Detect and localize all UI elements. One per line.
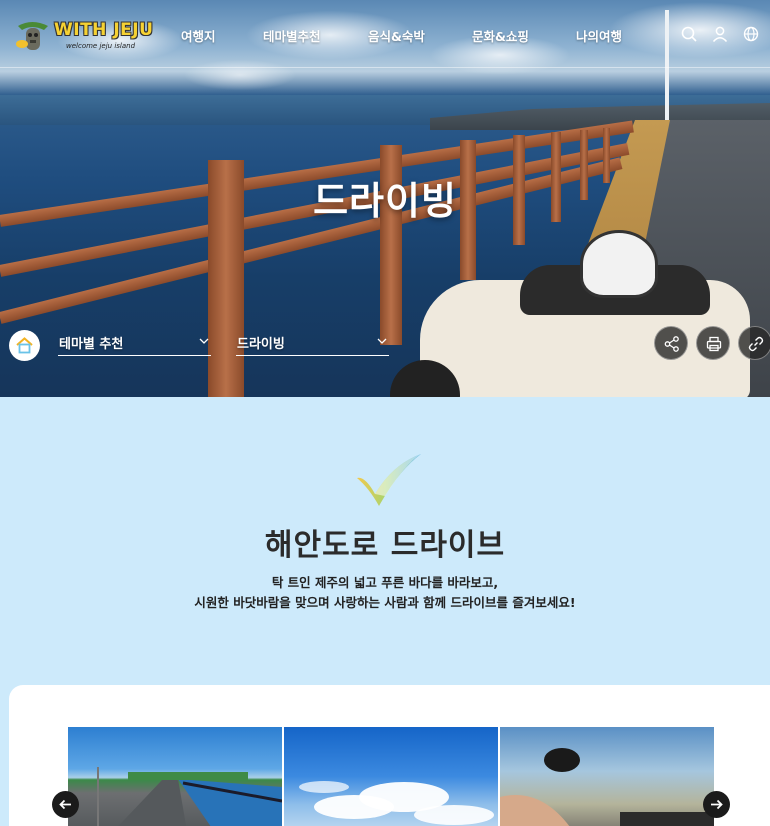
share-icon (664, 336, 679, 352)
checkmark-icon (357, 454, 421, 506)
chevron-down-icon (377, 338, 387, 344)
section-description-line1: 탁 트인 제주의 넓고 푸른 바다를 바라보고, (271, 575, 499, 590)
section-title: 해안도로 드라이브 (264, 528, 506, 563)
site-logo[interactable]: WITH JEJU welcome jeju island (14, 14, 154, 56)
home-button[interactable] (9, 330, 40, 361)
dolharubang-logo-icon (16, 22, 48, 50)
gallery-prev-button[interactable] (52, 791, 79, 818)
scooter-illustration (380, 210, 770, 397)
coastal-road-photo[interactable] (68, 727, 282, 826)
page-title: 드라이빙 (313, 179, 457, 223)
print-button[interactable] (696, 326, 730, 360)
globe-icon[interactable] (742, 25, 760, 43)
section-description-line2: 시원한 바닷바람을 맞으며 사랑하는 사람과 함께 드라이브를 즐겨보세요! (194, 595, 576, 610)
logo-subtitle: welcome jeju island (66, 42, 136, 50)
gallery-next-button[interactable] (703, 791, 730, 818)
breadcrumb-level1-select[interactable]: 테마별 추천 (58, 330, 211, 356)
print-icon (706, 336, 722, 352)
link-icon (748, 336, 764, 352)
scooter-ride-photo[interactable] (500, 727, 714, 826)
search-icon[interactable] (680, 25, 698, 43)
share-button[interactable] (654, 326, 688, 360)
user-icon[interactable] (711, 25, 729, 43)
arrow-left-icon (59, 799, 71, 810)
chevron-down-icon (199, 338, 209, 344)
logo-text: WITH JEJU (54, 20, 154, 40)
site-header: WITH JEJU welcome jeju island 여행지 테마별추천 … (0, 0, 770, 68)
blue-sky-photo[interactable] (284, 727, 498, 826)
breadcrumb-level2-select[interactable]: 드라이빙 (236, 330, 389, 356)
arrow-right-icon (711, 799, 723, 810)
copy-link-button[interactable] (738, 326, 770, 360)
home-icon (16, 337, 33, 354)
nav-item-destinations[interactable]: 여행지 (181, 26, 216, 45)
breadcrumb-level2-label: 드라이빙 (237, 337, 285, 352)
nav-item-culture-shopping[interactable]: 문화&쇼핑 (472, 26, 529, 45)
nav-item-themes[interactable]: 테마별추천 (263, 26, 321, 45)
nav-item-food-stay[interactable]: 음식&숙박 (368, 26, 425, 45)
breadcrumb-level1-label: 테마별 추천 (59, 337, 124, 352)
nav-item-my-trip[interactable]: 나의여행 (576, 26, 622, 45)
